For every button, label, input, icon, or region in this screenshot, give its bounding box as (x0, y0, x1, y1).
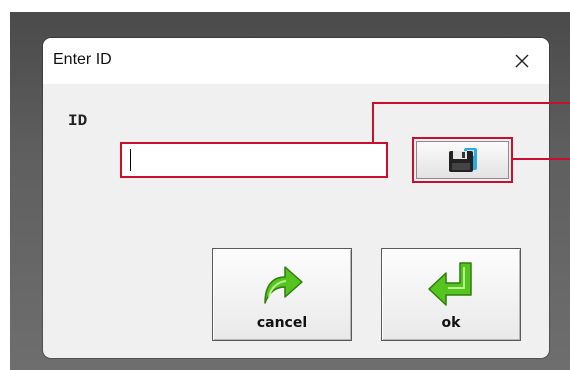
id-label: ID (68, 112, 88, 130)
dialog-title: Enter ID (53, 51, 112, 68)
annotation-line (513, 158, 570, 160)
text-caret (130, 149, 131, 171)
close-button[interactable] (501, 44, 543, 78)
ok-button[interactable]: ok (381, 248, 521, 341)
cancel-button[interactable]: cancel (212, 248, 352, 341)
annotation-line (372, 102, 570, 104)
id-input[interactable] (120, 142, 388, 178)
dialog-titlebar: Enter ID (43, 38, 549, 84)
annotation-line (372, 102, 374, 143)
floppy-disk-icon (448, 148, 477, 172)
redo-arrow-icon (264, 266, 303, 304)
cancel-label: cancel (256, 315, 308, 331)
ok-label: ok (441, 315, 461, 331)
save-button[interactable] (412, 137, 513, 183)
close-icon (515, 54, 529, 68)
enter-arrow-icon (428, 262, 472, 306)
